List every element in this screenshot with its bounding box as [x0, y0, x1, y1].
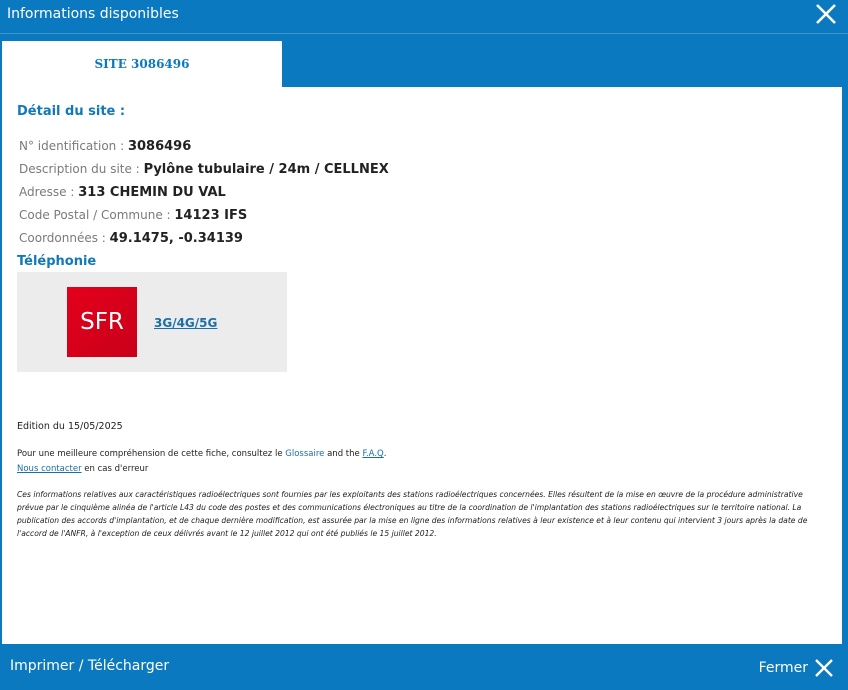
field-value: 3086496	[127, 139, 192, 154]
detail-title: Détail du site :	[17, 104, 126, 119]
sfr-logo: SFR	[67, 287, 137, 357]
contact-text: Nous contacter en cas d'erreur	[17, 464, 148, 474]
field-label: N° identification :	[19, 139, 125, 153]
contact-suffix: en cas d'erreur	[81, 464, 149, 474]
operator-card: SFR 3G/4G/5G	[17, 272, 287, 372]
field-value: 14123 IFS	[174, 208, 248, 223]
field-label: Code Postal / Commune :	[19, 208, 171, 222]
help-and: and the	[324, 449, 363, 459]
dialog-footer: Imprimer / Télécharger Fermer	[0, 644, 848, 690]
dialog-title: Informations disponibles	[7, 6, 179, 22]
help-prefix: Pour une meilleure compréhension de cett…	[17, 449, 286, 459]
close-icon[interactable]	[814, 2, 838, 26]
field-label: Adresse :	[19, 185, 75, 199]
fermer-label: Fermer	[758, 660, 808, 676]
tab-site[interactable]: SITE 3086496	[2, 41, 282, 87]
legal-disclaimer: Ces informations relatives aux caractéri…	[17, 490, 808, 538]
field-coordinates: Coordonnées : 49.1475, -0.34139	[19, 231, 243, 246]
tab-site-label: SITE 3086496	[94, 57, 190, 71]
field-identification: N° identification : 3086496	[19, 139, 191, 154]
tab-bar: SITE 3086496	[2, 41, 842, 87]
help-text: Pour une meilleure compréhension de cett…	[17, 449, 386, 459]
field-label: Description du site :	[19, 162, 140, 176]
field-value: 49.1475, -0.34139	[109, 231, 243, 246]
field-value: Pylône tubulaire / 24m / CELLNEX	[143, 162, 389, 177]
field-label: Coordonnées :	[19, 231, 106, 245]
dialog-header: Informations disponibles	[0, 0, 848, 34]
edition-date: Edition du 15/05/2025	[17, 421, 123, 432]
site-detail-panel: Détail du site : N° identification : 308…	[2, 87, 842, 644]
field-address: Adresse : 313 CHEMIN DU VAL	[19, 185, 226, 200]
field-description: Description du site : Pylône tubulaire /…	[19, 162, 389, 177]
technologies-link[interactable]: 3G/4G/5G	[154, 316, 217, 330]
help-period: .	[383, 449, 387, 459]
faq-link[interactable]: F.A.Q	[362, 449, 383, 459]
field-postal-code: Code Postal / Commune : 14123 IFS	[19, 208, 247, 223]
fermer-button[interactable]: Fermer	[759, 656, 834, 680]
print-download-button[interactable]: Imprimer / Télécharger	[10, 658, 169, 674]
field-value: 313 CHEMIN DU VAL	[78, 185, 226, 200]
telephonie-title: Téléphonie	[17, 254, 97, 269]
glossaire-link[interactable]: Glossaire	[285, 449, 324, 459]
close-icon	[815, 659, 833, 677]
contact-link[interactable]: Nous contacter	[17, 464, 82, 474]
